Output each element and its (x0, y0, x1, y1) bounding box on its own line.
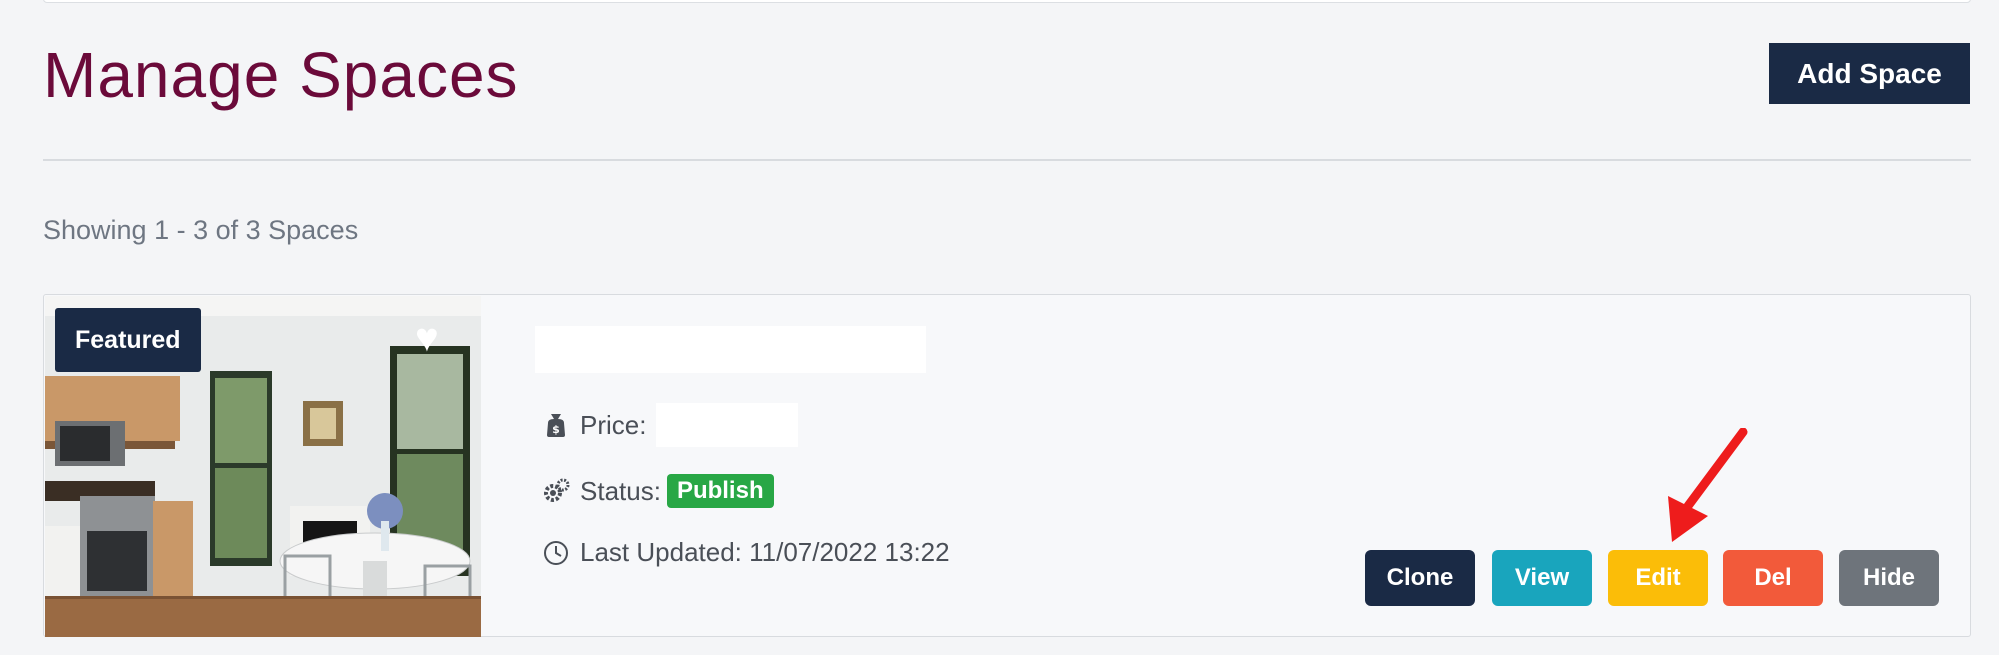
gears-icon (544, 478, 570, 502)
results-count: Showing 1 - 3 of 3 Spaces (43, 215, 359, 245)
add-space-button[interactable]: Add Space (1769, 43, 1970, 104)
money-bag-icon: $ (547, 414, 565, 437)
status-badge: Publish (666, 474, 774, 508)
status-row: Status: Publish (542, 474, 774, 508)
price-value-redacted (656, 403, 799, 447)
action-buttons: Clone View Edit Del Hide (44, 550, 1970, 606)
divider (43, 159, 1971, 161)
view-button[interactable]: View (1492, 550, 1592, 606)
delete-button[interactable]: Del (1723, 550, 1823, 606)
edit-button[interactable]: Edit (1608, 550, 1708, 606)
status-label: Status: (580, 475, 661, 506)
hide-button[interactable]: Hide (1839, 550, 1939, 606)
clone-button[interactable]: Clone (1365, 550, 1475, 606)
space-title-redacted (535, 326, 926, 373)
page-title: Manage Spaces (43, 39, 519, 111)
top-panel (43, 0, 1971, 3)
annotation-arrow-icon (1668, 428, 1748, 542)
favorite-heart-icon[interactable]: ♥ (415, 318, 439, 358)
featured-badge: Featured (55, 308, 201, 372)
price-row: $ Price: (542, 403, 799, 447)
svg-text:$: $ (552, 423, 560, 436)
price-label: Price: (580, 409, 647, 440)
